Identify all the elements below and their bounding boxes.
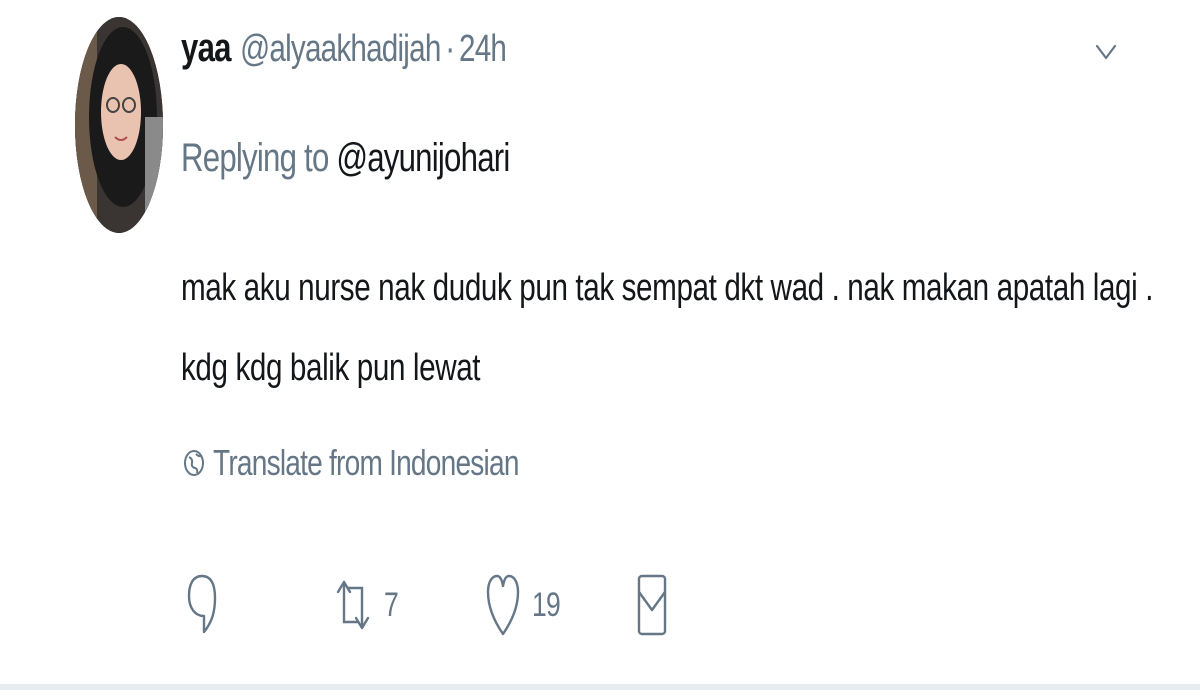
tweet-text-line: kdg kdg balik pun lewat (181, 347, 481, 389)
reply-icon (187, 574, 217, 634)
heart-icon (486, 574, 520, 636)
like-button[interactable]: 19 (486, 572, 568, 638)
avatar-image (75, 17, 163, 233)
translate-label: Translate from Indonesian (213, 442, 519, 483)
direct-message-button[interactable] (636, 572, 668, 638)
globe-icon (184, 450, 204, 476)
like-count: 19 (532, 585, 561, 624)
display-name[interactable]: yaa (181, 26, 232, 71)
tweet-text: mak aku nurse nak duduk pun tak sempat d… (181, 248, 1153, 408)
user-handle[interactable]: @alyaakhadijah (240, 28, 441, 71)
avatar[interactable] (75, 17, 163, 233)
timestamp[interactable]: 24h (459, 28, 507, 71)
retweet-count: 7 (384, 585, 399, 624)
separator-dot: · (445, 28, 455, 70)
reply-button[interactable] (186, 572, 218, 638)
retweet-icon (336, 580, 370, 630)
retweet-button[interactable]: 7 (334, 572, 402, 638)
chevron-down-icon[interactable] (1093, 38, 1119, 64)
tweet-text-line: mak aku nurse nak duduk pun tak sempat d… (181, 267, 1154, 309)
tweet-card[interactable]: yaa @alyaakhadijah · 24h Replying to @ayu… (0, 0, 1200, 690)
translate-link[interactable]: Translate from Indonesian (183, 442, 605, 484)
message-icon (637, 574, 667, 636)
reply-target-link[interactable]: @ayunijohari (336, 136, 510, 180)
action-bar: 7 19 (0, 572, 1200, 642)
replying-to: Replying to @ayunijohari (181, 136, 510, 181)
tweet-header: yaa @alyaakhadijah · 24h (181, 26, 507, 76)
reply-prefix: Replying to (181, 136, 329, 180)
